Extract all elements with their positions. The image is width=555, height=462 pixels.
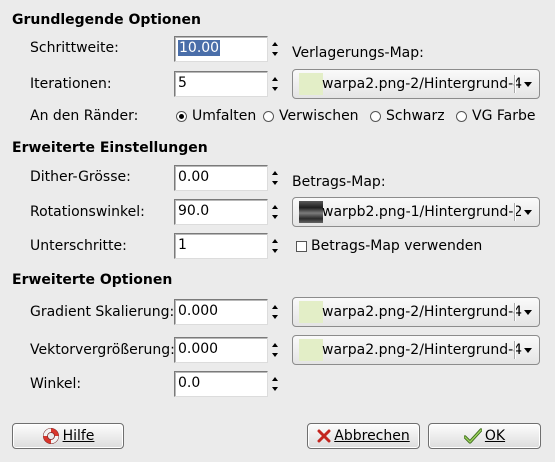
combo-separator — [514, 75, 516, 93]
dither-label: Dither-Grösse: — [30, 169, 131, 185]
displacement-map-combo[interactable]: warpa2.png-2/Hintergrund-4 — [292, 69, 540, 99]
spin-down-icon[interactable] — [272, 387, 278, 391]
ok-button[interactable]: OK — [428, 423, 541, 449]
dither-spin-arrows[interactable] — [269, 165, 281, 191]
step-label: Schrittweite: — [30, 40, 119, 56]
map-thumbnail — [299, 201, 323, 223]
chevron-down-icon[interactable] — [524, 348, 532, 353]
iterations-spin-arrows[interactable] — [269, 71, 281, 97]
section-basic-heading: Grundlegende Optionen — [12, 12, 201, 28]
gradient-scale-label: Gradient Skalierung: — [30, 304, 175, 320]
radio-vg-farbe[interactable]: VG Farbe — [456, 108, 535, 124]
vector-mag-input[interactable]: 0.000 — [174, 337, 268, 363]
spin-down-icon[interactable] — [272, 215, 278, 219]
vector-map-value: warpa2.png-2/Hintergrund-4 — [322, 342, 523, 358]
gradient-map-value: warpa2.png-2/Hintergrund-4 — [322, 304, 523, 320]
chevron-down-icon[interactable] — [524, 210, 532, 215]
rotation-input[interactable]: 90.0 — [174, 199, 268, 225]
rotation-label: Rotationswinkel: — [30, 204, 145, 220]
vector-mag-spin-arrows[interactable] — [269, 337, 281, 363]
radio-umfalten-label: Umfalten — [192, 108, 257, 124]
spin-down-icon[interactable] — [272, 52, 278, 56]
chevron-down-icon[interactable] — [524, 82, 532, 87]
spin-up-icon[interactable] — [272, 205, 278, 209]
section-advanced-options-heading: Erweiterte Optionen — [12, 272, 173, 288]
section-advanced-settings-heading: Erweiterte Einstellungen — [12, 140, 208, 156]
radio-icon[interactable] — [263, 110, 274, 122]
magnitude-map-combo[interactable]: warpb2.png-1/Hintergrund-2 — [292, 197, 540, 227]
help-button[interactable]: Hilfe — [12, 423, 124, 449]
spin-up-icon[interactable] — [272, 305, 278, 309]
chevron-down-icon[interactable] — [524, 310, 532, 315]
angle-spin-arrows[interactable] — [269, 371, 281, 397]
vector-mag-label: Vektorvergrößerung: — [30, 342, 175, 358]
radio-selected-icon[interactable] — [176, 110, 187, 122]
help-button-label: Hilfe — [62, 428, 95, 444]
step-spin-arrows[interactable] — [269, 36, 281, 62]
spin-down-icon[interactable] — [272, 353, 278, 357]
spin-up-icon[interactable] — [272, 239, 278, 243]
gradient-map-combo[interactable]: warpa2.png-2/Hintergrund-4 — [292, 297, 540, 327]
displacement-map-label: Verlagerungs-Map: — [292, 45, 424, 61]
substeps-input[interactable]: 1 — [174, 233, 268, 259]
iterations-label: Iterationen: — [30, 76, 112, 92]
rotation-spin-arrows[interactable] — [269, 199, 281, 225]
map-thumbnail — [299, 301, 323, 323]
angle-label: Winkel: — [30, 376, 82, 392]
use-magnitude-map-checkbox[interactable]: Betrags-Map verwenden — [296, 238, 482, 254]
radio-icon[interactable] — [456, 110, 467, 122]
combo-separator — [514, 303, 516, 321]
substeps-spin-arrows[interactable] — [269, 233, 281, 259]
cancel-button[interactable]: Abbrechen — [307, 423, 420, 449]
gradient-scale-spin-arrows[interactable] — [269, 299, 281, 325]
checkbox-icon[interactable] — [296, 240, 307, 252]
spin-down-icon[interactable] — [272, 181, 278, 185]
lifebuoy-icon — [42, 427, 60, 445]
dither-input[interactable]: 0.00 — [174, 165, 268, 191]
spin-down-icon[interactable] — [272, 249, 278, 253]
combo-separator — [514, 341, 516, 359]
radio-umfalten[interactable]: Umfalten — [176, 108, 256, 124]
edges-label: An den Ränder: — [30, 108, 139, 124]
checkmark-icon — [463, 428, 482, 444]
vector-map-combo[interactable]: warpa2.png-2/Hintergrund-4 — [292, 335, 540, 365]
step-input[interactable]: 10.00 — [174, 36, 268, 62]
map-thumbnail — [299, 339, 323, 361]
radio-icon[interactable] — [370, 110, 381, 122]
radio-schwarz[interactable]: Schwarz — [370, 108, 445, 124]
cancel-button-label: Abbrechen — [334, 428, 410, 444]
spin-down-icon[interactable] — [272, 315, 278, 319]
ok-button-label: OK — [484, 428, 506, 444]
map-thumbnail — [299, 73, 323, 95]
gradient-scale-input[interactable]: 0.000 — [174, 299, 268, 325]
spin-up-icon[interactable] — [272, 42, 278, 46]
radio-verwischen-label: Verwischen — [279, 108, 359, 124]
spin-up-icon[interactable] — [272, 377, 278, 381]
spin-down-icon[interactable] — [272, 87, 278, 91]
radio-verwischen[interactable]: Verwischen — [263, 108, 359, 124]
iterations-input[interactable]: 5 — [174, 71, 268, 97]
magnitude-map-label: Betrags-Map: — [292, 174, 386, 190]
use-magnitude-map-label: Betrags-Map verwenden — [311, 238, 483, 254]
spin-up-icon[interactable] — [272, 171, 278, 175]
cancel-x-icon — [317, 429, 331, 443]
radio-schwarz-label: Schwarz — [386, 108, 445, 124]
radio-vg-farbe-label: VG Farbe — [472, 108, 536, 124]
spin-up-icon[interactable] — [272, 343, 278, 347]
substeps-label: Unterschritte: — [30, 238, 127, 254]
spin-up-icon[interactable] — [272, 77, 278, 81]
displacement-map-value: warpa2.png-2/Hintergrund-4 — [322, 76, 523, 92]
magnitude-map-value: warpb2.png-1/Hintergrund-2 — [322, 204, 523, 220]
angle-input[interactable]: 0.0 — [174, 371, 268, 397]
combo-separator — [514, 203, 516, 221]
